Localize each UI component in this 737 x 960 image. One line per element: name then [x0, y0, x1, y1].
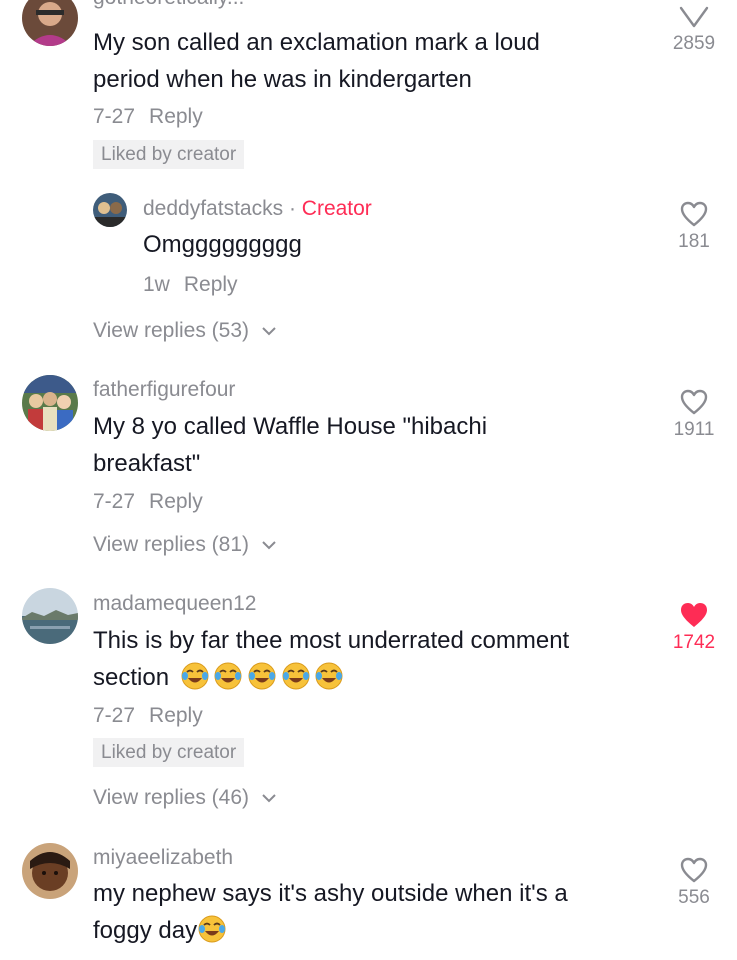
comment-date: 7-27 — [93, 704, 136, 727]
avatar[interactable] — [22, 843, 78, 899]
comment-text: My 8 yo called Waffle House "hibachi bre… — [93, 408, 653, 482]
heart-outline-icon — [680, 389, 708, 415]
comment-meta: 7-27 Reply — [93, 704, 203, 728]
reply-button[interactable]: Reply — [149, 490, 203, 513]
comment-text-line: section — [93, 659, 653, 696]
like-count: 2859 — [672, 33, 716, 54]
like-button[interactable]: 181 — [654, 200, 734, 253]
comment-text: This is by far thee most underrated comm… — [93, 622, 653, 696]
username[interactable]: deddyfatstacks — [143, 197, 283, 220]
like-count: 1742 — [672, 632, 716, 653]
avatar[interactable] — [22, 375, 78, 431]
heart-filled-icon — [681, 603, 707, 627]
avatar[interactable] — [22, 0, 78, 46]
view-replies-button[interactable]: View replies (46) — [93, 786, 277, 810]
comment-text-line: period when he was in kindergarten — [93, 66, 472, 93]
view-replies-label: View replies (81) — [93, 533, 250, 556]
comment-text-line: breakfast" — [93, 450, 201, 477]
comment-text: My son called an exclamation mark a loud… — [93, 24, 653, 98]
comment-date: 7-27 — [93, 490, 136, 513]
tears-of-joy-emoji — [198, 915, 226, 943]
liked-by-creator-badge: Liked by creator — [93, 140, 245, 169]
chevron-down-icon — [262, 327, 276, 336]
avatar[interactable] — [93, 193, 127, 227]
separator: · — [288, 197, 296, 220]
tears-of-joy-emoji — [248, 662, 276, 690]
liked-by-creator-badge: Liked by creator — [93, 738, 245, 767]
heart-outline-icon — [679, 6, 709, 28]
comment-text-line-part: foggy day — [93, 917, 198, 944]
reply-button[interactable]: Reply — [149, 105, 203, 128]
view-replies-label: View replies (46) — [93, 786, 250, 809]
like-count: 181 — [678, 231, 710, 252]
like-button[interactable]: 556 — [654, 856, 734, 909]
reply-username-row: deddyfatstacks · Creator — [143, 197, 372, 221]
view-replies-button[interactable]: View replies (81) — [93, 533, 277, 557]
creator-badge: Creator — [301, 197, 372, 220]
avatar[interactable] — [22, 588, 78, 644]
comment-text-line: my nephew says it's ashy outside when it… — [93, 880, 568, 907]
tears-of-joy-emoji — [315, 662, 343, 690]
tears-of-joy-emoji — [214, 662, 242, 690]
comment-date: 1w — [143, 273, 170, 296]
like-button[interactable]: 1911 — [654, 388, 734, 441]
comment-text-line: My son called an exclamation mark a loud — [93, 29, 540, 56]
username[interactable]: miyaeelizabeth — [93, 846, 233, 870]
like-count: 556 — [678, 887, 710, 908]
comment-text-line: This is by far thee most underrated comm… — [93, 627, 570, 654]
tears-of-joy-emoji — [282, 662, 310, 690]
heart-outline-icon — [680, 857, 708, 883]
reply-button[interactable]: Reply — [149, 704, 203, 727]
comment-text-line: My 8 yo called Waffle House "hibachi — [93, 413, 488, 440]
reply-button[interactable]: Reply — [184, 273, 238, 296]
comment-date: 7-27 — [93, 105, 136, 128]
comment-text: my nephew says it's ashy outside when it… — [93, 875, 653, 949]
like-button[interactable]: 2859 — [654, 6, 734, 55]
view-replies-button[interactable]: View replies (53) — [93, 319, 277, 343]
username[interactable]: gotheoretically... — [93, 0, 244, 10]
username[interactable]: fatherfigurefour — [93, 378, 235, 402]
comment-text-line-part: section — [93, 664, 170, 691]
comment-meta: 1w Reply — [143, 273, 238, 297]
tears-of-joy-emoji — [181, 662, 209, 690]
comment-text-line: foggy day — [93, 912, 653, 949]
reply-text: Omggggggggg — [143, 231, 302, 258]
like-button[interactable]: 1742 — [654, 601, 734, 654]
chevron-down-icon — [262, 794, 276, 803]
emoji-group — [180, 662, 343, 691]
comment-meta: 7-27 Reply — [93, 490, 203, 514]
heart-outline-icon — [680, 201, 708, 227]
comment-meta: 7-27 Reply — [93, 105, 203, 129]
username[interactable]: madamequeen12 — [93, 592, 256, 616]
view-replies-label: View replies (53) — [93, 319, 250, 342]
chevron-down-icon — [262, 541, 276, 550]
like-count: 1911 — [673, 419, 715, 440]
